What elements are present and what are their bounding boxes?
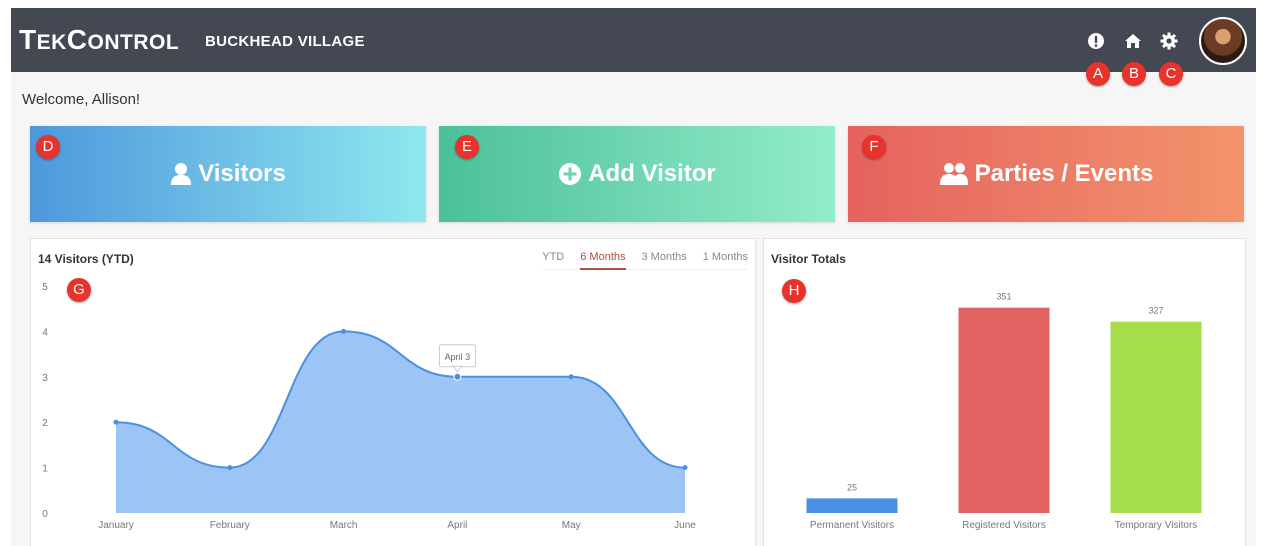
marker-g: G — [67, 278, 91, 302]
y-tick-label: 3 — [42, 373, 48, 384]
bar — [806, 498, 898, 513]
x-tick-label: April — [447, 520, 467, 531]
visitors-area-chart: 0 1 2 3 4 5 January February March April May June Ap… — [42, 282, 696, 531]
tooltip-pointer — [452, 365, 463, 373]
x-tick-label: May — [562, 520, 581, 531]
y-tick-label: 0 — [42, 509, 48, 520]
parties-events-tile-label: Parties / Events — [974, 160, 1154, 187]
marker-b: B — [1122, 62, 1146, 86]
marker-f: F — [862, 135, 886, 159]
x-tick-label: June — [674, 520, 696, 531]
bar — [958, 307, 1050, 513]
top-navigation-bar: TEKCONTROL BUCKHEAD VILLAGE — [11, 8, 1256, 72]
data-point — [113, 419, 119, 425]
tooltip-label: April 3 — [445, 352, 471, 362]
home-icon[interactable] — [1122, 30, 1144, 52]
data-point — [227, 465, 233, 471]
series-area-fill — [116, 331, 685, 513]
data-point — [453, 372, 462, 381]
data-point — [341, 328, 347, 334]
alert-icon[interactable] — [1085, 30, 1107, 52]
plus-circle-icon — [559, 163, 582, 185]
marker-d: D — [36, 135, 60, 159]
bar-value-label: 25 — [847, 482, 857, 492]
x-tick-label: January — [98, 520, 134, 531]
marker-a: A — [1086, 62, 1110, 86]
app-frame: TEKCONTROL BUCKHEAD VILLAGE A B C Welcom… — [11, 8, 1256, 546]
x-tick-label: Registered Visitors — [962, 520, 1046, 531]
marker-h: H — [782, 279, 806, 303]
user-icon — [171, 163, 192, 185]
y-tick-label: 5 — [42, 282, 48, 293]
x-tick-label: Temporary Visitors — [1115, 520, 1198, 531]
add-visitor-tile-label: Add Visitor — [588, 160, 716, 187]
y-tick-label: 2 — [42, 418, 48, 429]
visitor-totals-panel: Visitor Totals 25 Permanent Visitors 351 Re… — [763, 238, 1246, 546]
y-tick-label: 1 — [42, 464, 48, 475]
y-tick-label: 4 — [42, 327, 48, 338]
parties-events-tile-button[interactable]: Parties / Events — [848, 126, 1244, 222]
visitor-totals-bar-chart: 25 Permanent Visitors 351 Registered Visito… — [806, 292, 1202, 531]
x-tick-label: March — [330, 520, 358, 531]
visitors-tile-button[interactable]: Visitors — [30, 126, 426, 222]
avatar[interactable] — [1199, 17, 1247, 65]
users-icon — [939, 163, 968, 185]
welcome-message: Welcome, Allison! — [22, 91, 141, 108]
visitors-tile-label: Visitors — [198, 160, 286, 187]
gear-icon[interactable] — [1158, 30, 1180, 52]
visitors-chart-panel: 14 Visitors (YTD) YTD 6 Months 3 Months … — [30, 238, 756, 546]
x-tick-label: February — [210, 520, 250, 531]
community-name: BUCKHEAD VILLAGE — [205, 33, 365, 50]
add-visitor-tile-button[interactable]: Add Visitor — [439, 126, 835, 222]
bar-value-label: 351 — [996, 292, 1011, 302]
data-point — [568, 374, 574, 380]
marker-e: E — [455, 135, 479, 159]
brand-logo[interactable]: TEKCONTROL — [19, 24, 179, 56]
x-tick-label: Permanent Visitors — [810, 520, 894, 531]
marker-c: C — [1159, 62, 1183, 86]
bar-value-label: 327 — [1148, 306, 1163, 316]
data-point — [682, 465, 688, 471]
bar — [1110, 321, 1202, 513]
